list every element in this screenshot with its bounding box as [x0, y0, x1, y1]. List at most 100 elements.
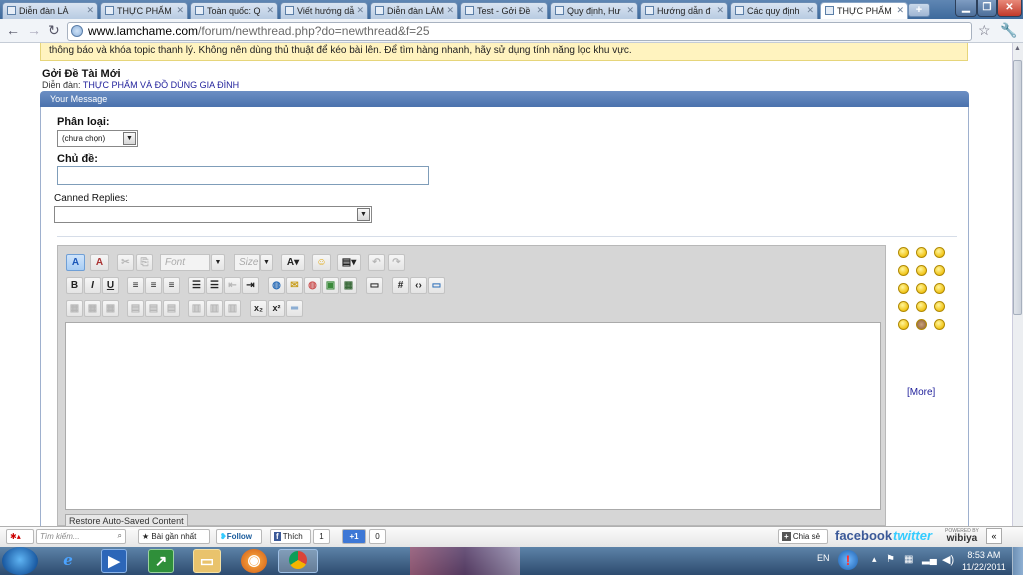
canned-replies-select[interactable]: ▼: [54, 206, 372, 223]
hash-icon[interactable]: #: [392, 277, 409, 294]
size-select[interactable]: Size: [234, 254, 260, 271]
firefox-icon[interactable]: ◉: [241, 549, 267, 573]
chevron-down-icon[interactable]: ▼: [211, 254, 225, 271]
more-smilies-link[interactable]: [More]: [907, 387, 935, 398]
chevron-down-icon[interactable]: ▼: [260, 254, 273, 271]
category-select[interactable]: (chưa chọn) ▼: [57, 130, 138, 147]
smilie-icon[interactable]: [898, 247, 909, 258]
tab-8[interactable]: Hướng dẫn đ ✕: [640, 2, 728, 19]
tab-close-icon[interactable]: ✕: [806, 5, 814, 16]
col-delete-icon[interactable]: ▥: [224, 300, 241, 317]
col-after-icon[interactable]: ▥: [206, 300, 223, 317]
folder-icon[interactable]: ▭: [193, 549, 221, 573]
redo-icon[interactable]: ↷: [388, 254, 405, 271]
forward-arrow-icon[interactable]: →: [27, 22, 41, 38]
tab-close-icon[interactable]: ✕: [266, 5, 274, 16]
signal-icon[interactable]: ▂▄: [922, 554, 937, 565]
twitter-follow-button[interactable]: ❥Follow: [216, 529, 262, 544]
maximize-button[interactable]: ❐: [977, 0, 997, 17]
recent-posts-button[interactable]: ★ Bài gần nhất: [138, 529, 210, 544]
bookmark-star-icon[interactable]: ☆: [978, 22, 991, 39]
video-icon[interactable]: ▦: [340, 277, 357, 294]
smilie-icon[interactable]: [898, 283, 909, 294]
smilie-icon[interactable]: [898, 319, 909, 330]
start-button[interactable]: [2, 547, 38, 575]
volume-icon[interactable]: ◀): [942, 553, 954, 566]
underline-icon[interactable]: U: [102, 277, 119, 294]
tab-4[interactable]: Viết hướng dẫ ✕: [280, 2, 368, 19]
attach-icon[interactable]: ▤▾: [337, 254, 361, 271]
system-clock[interactable]: 8:53 AM 11/22/2011: [962, 549, 1006, 573]
link-icon[interactable]: ◍: [268, 277, 285, 294]
quote-icon[interactable]: ▭: [366, 277, 383, 294]
table-delete-icon[interactable]: ▦: [102, 300, 119, 317]
show-hidden-icons-icon[interactable]: ▴: [872, 554, 877, 565]
text-color-icon[interactable]: A▾: [281, 254, 305, 271]
share-button[interactable]: + Chia sẻ: [778, 529, 828, 544]
reload-icon[interactable]: ↻: [48, 22, 60, 38]
url-text[interactable]: www.lamchame.com/forum/newthread.php?do=…: [88, 24, 430, 38]
smilie-icon[interactable]: [898, 265, 909, 276]
search-icon[interactable]: ⌕: [118, 531, 122, 541]
tab-close-icon[interactable]: ✕: [356, 5, 364, 16]
smilie-icon[interactable]: [916, 247, 927, 258]
smilie-icon[interactable]: [934, 319, 945, 330]
tab-1[interactable]: Diễn đàn LÀ ✕: [2, 2, 98, 19]
smilie-icon[interactable]: [898, 301, 909, 312]
subscript-icon[interactable]: x₂: [250, 300, 267, 317]
cut-icon[interactable]: ✂: [117, 254, 134, 271]
chrome-icon[interactable]: [278, 549, 318, 573]
tab-close-icon[interactable]: ✕: [716, 5, 724, 16]
close-window-button[interactable]: ✕: [997, 0, 1022, 17]
smilie-icon[interactable]: ☺: [312, 254, 331, 271]
scrollbar-thumb[interactable]: [1013, 60, 1022, 315]
tab-6[interactable]: Test - Gởi Đề ✕: [460, 2, 548, 19]
subject-input[interactable]: [57, 166, 429, 185]
flag-icon[interactable]: ⚑: [886, 554, 895, 565]
internet-explorer-icon[interactable]: e: [50, 549, 86, 573]
media-player-icon[interactable]: ▶: [101, 549, 127, 573]
image-icon[interactable]: ▣: [322, 277, 339, 294]
outdent-icon[interactable]: ⇤: [224, 277, 241, 294]
bold-icon[interactable]: B: [66, 277, 83, 294]
tab-active[interactable]: THỰC PHẨM ✕: [820, 2, 908, 19]
facebook-like-button[interactable]: f Thích: [270, 529, 311, 544]
align-center-icon[interactable]: ≡: [145, 277, 162, 294]
tab-7[interactable]: Quy định, Hư ✕: [550, 2, 638, 19]
table-icon[interactable]: ▦: [66, 300, 83, 317]
wysiwyg-mode-icon[interactable]: A: [66, 254, 85, 271]
facebook-logo[interactable]: facebook: [835, 528, 892, 543]
smilie-icon[interactable]: [934, 265, 945, 276]
smilie-icon[interactable]: [916, 319, 927, 330]
tab-close-icon[interactable]: ✕: [176, 5, 184, 16]
superscript-icon[interactable]: x²: [268, 300, 285, 317]
smilie-icon[interactable]: [934, 283, 945, 294]
collapse-icon[interactable]: «: [986, 528, 1002, 544]
html-icon[interactable]: ▭: [428, 277, 445, 294]
chart-app-icon[interactable]: ↗: [148, 549, 174, 573]
unlink-icon[interactable]: ◍: [304, 277, 321, 294]
copy-icon[interactable]: ⎘: [136, 254, 153, 271]
show-desktop-button[interactable]: [1012, 547, 1023, 575]
smilie-icon[interactable]: [916, 301, 927, 312]
indent-icon[interactable]: ⇥: [242, 277, 259, 294]
smilie-icon[interactable]: [916, 283, 927, 294]
italic-icon[interactable]: I: [84, 277, 101, 294]
scroll-up-icon[interactable]: ▲: [1013, 44, 1022, 53]
undo-icon[interactable]: ↶: [368, 254, 385, 271]
tab-close-icon[interactable]: ✕: [896, 5, 904, 16]
wibiya-logo[interactable]: POWERED BY wibiya: [945, 527, 979, 544]
align-left-icon[interactable]: ≡: [127, 277, 144, 294]
tab-close-icon[interactable]: ✕: [86, 5, 94, 16]
smilie-icon[interactable]: [934, 301, 945, 312]
tab-close-icon[interactable]: ✕: [446, 5, 454, 16]
minimize-button[interactable]: ▁: [955, 0, 977, 17]
wibiya-menu-icon[interactable]: ✱▴: [6, 529, 34, 544]
table-props-icon[interactable]: ▦: [84, 300, 101, 317]
tab-3[interactable]: Toàn quốc: Q ✕: [190, 2, 278, 19]
new-tab-button[interactable]: +: [908, 3, 930, 17]
tab-close-icon[interactable]: ✕: [536, 5, 544, 16]
font-select[interactable]: Font: [160, 254, 210, 271]
language-indicator[interactable]: EN: [817, 553, 830, 563]
message-textarea[interactable]: [65, 322, 881, 510]
